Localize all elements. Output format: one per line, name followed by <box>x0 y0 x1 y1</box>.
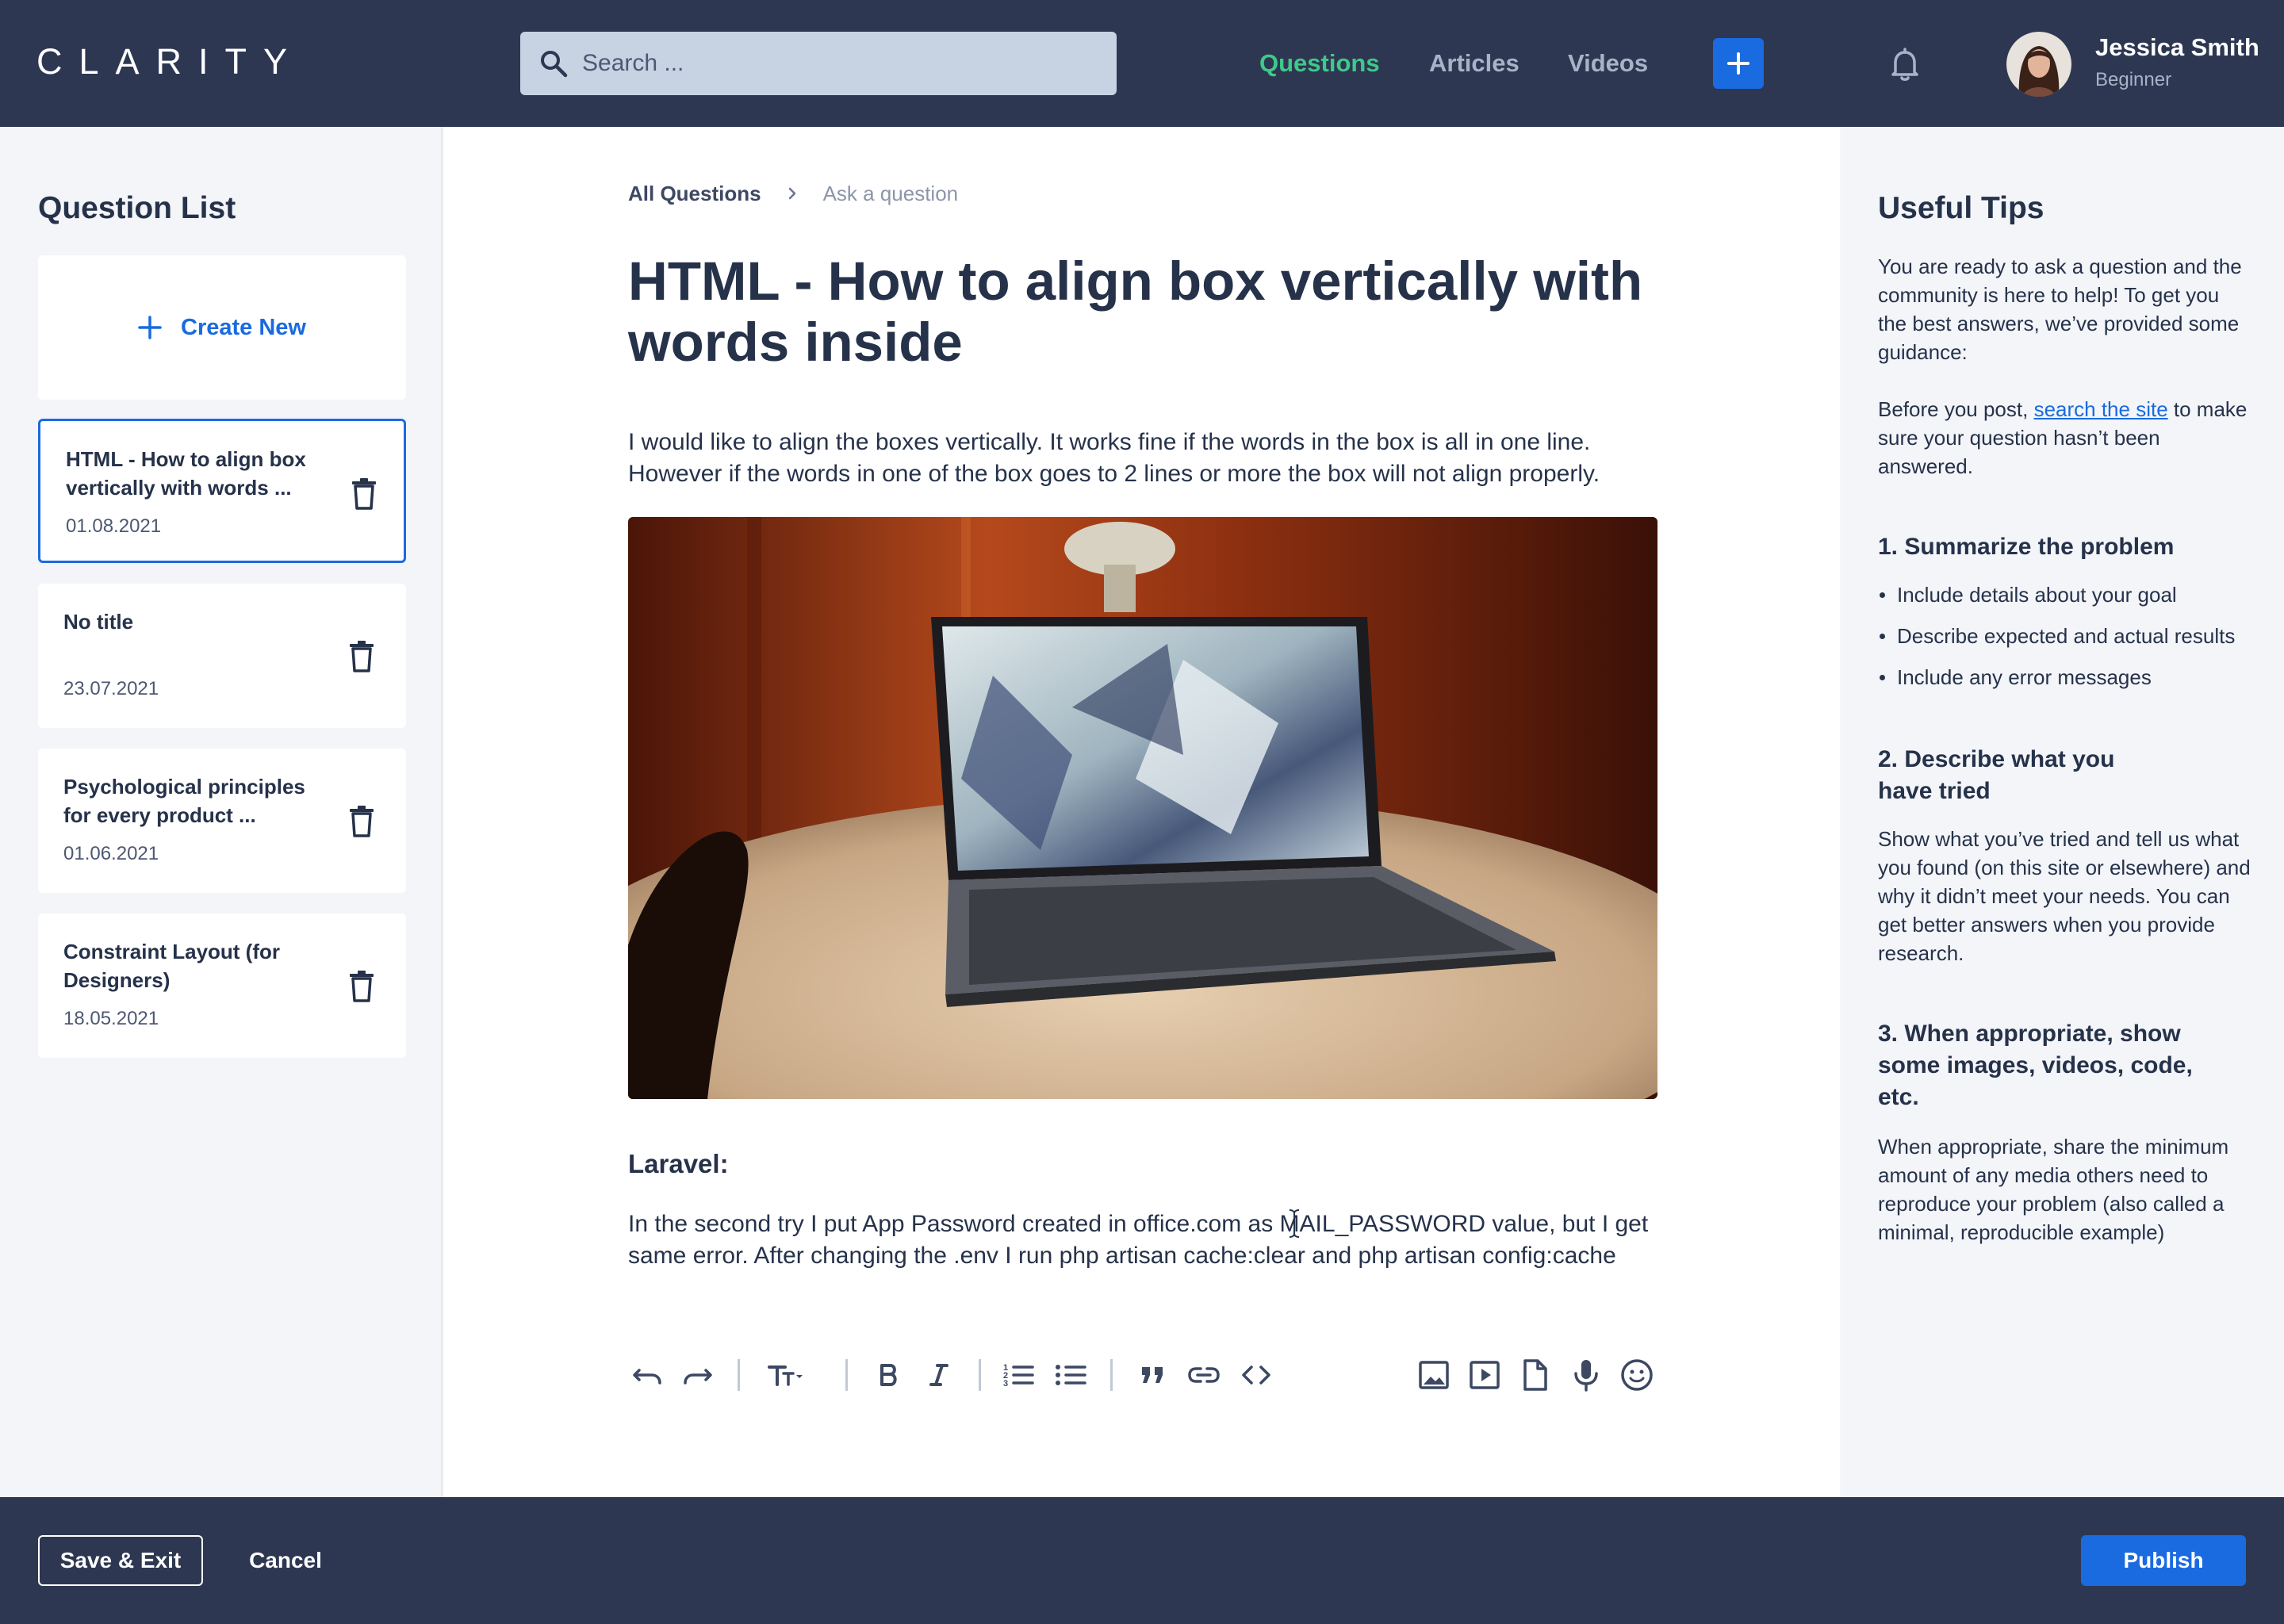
bell-icon[interactable] <box>1889 48 1921 82</box>
trash-icon[interactable] <box>349 971 374 1002</box>
user-avatar[interactable] <box>2006 32 2071 97</box>
question-card-title: Psychological principles for every produ… <box>63 775 305 827</box>
question-card-date: 01.08.2021 <box>66 515 162 537</box>
file-icon[interactable] <box>1516 1356 1554 1394</box>
user-role: Beginner <box>2095 69 2172 90</box>
add-button[interactable] <box>1713 38 1764 89</box>
question-card[interactable]: No title 23.07.2021 <box>38 584 406 728</box>
tip-text-3: When appropriate, share the minimum amou… <box>1878 1135 2229 1244</box>
trash-icon[interactable] <box>351 478 377 510</box>
italic-icon[interactable] <box>920 1356 958 1394</box>
bullet-list-icon[interactable] <box>1052 1356 1090 1394</box>
useful-tips-title: Useful Tips <box>1878 191 2044 225</box>
question-title[interactable]: HTML - How to align box vertically with … <box>628 251 1675 373</box>
quote-icon[interactable] <box>1134 1356 1172 1394</box>
breadcrumb: All Questions Ask a question <box>628 178 958 209</box>
create-new-label: Create New <box>181 314 306 340</box>
svg-text:3: 3 <box>1003 1379 1008 1388</box>
undo-icon[interactable] <box>628 1356 666 1394</box>
embedded-image[interactable] <box>628 517 1657 1099</box>
tip-heading-1: 1. Summarize the problem <box>1878 534 2175 560</box>
question-list-title: Question List <box>38 191 236 225</box>
cancel-button[interactable]: Cancel <box>228 1535 343 1586</box>
link-icon[interactable] <box>1185 1356 1223 1394</box>
toolbar-divider <box>1110 1359 1113 1391</box>
nav-articles[interactable]: Articles <box>1429 48 1519 79</box>
code-icon[interactable] <box>1237 1356 1275 1394</box>
question-list-panel: Question List Create New HTML - How to a… <box>0 127 443 1497</box>
user-name[interactable]: Jessica Smith <box>2095 32 2259 63</box>
bold-icon[interactable] <box>869 1356 907 1394</box>
text-size-icon[interactable] <box>765 1356 803 1394</box>
trash-icon[interactable] <box>349 641 374 672</box>
question-card-title: No title <box>63 610 134 634</box>
body-subheading[interactable]: Laravel: <box>628 1147 729 1182</box>
chevron-right-icon <box>788 187 795 200</box>
emoji-icon[interactable] <box>1618 1356 1656 1394</box>
tip-heading-3: 3. When appropriate, show some images, v… <box>1878 1021 2193 1110</box>
question-body-text[interactable]: In the second try I put App Password cre… <box>628 1208 1675 1272</box>
tip-list-item: Describe expected and actual results <box>1878 622 2252 650</box>
question-card-title: HTML - How to align box vertically with … <box>66 447 306 500</box>
tips-before-post: Before you post, search the site to make… <box>1878 395 2252 481</box>
search-site-link[interactable]: search the site <box>2034 397 2168 421</box>
text-cursor-icon <box>1289 1209 1300 1238</box>
tips-before-pre: Before you post, <box>1878 397 2034 421</box>
tip-text-2: Show what you’ve tried and tell us what … <box>1878 827 2251 965</box>
question-card[interactable]: Constraint Layout (for Designers) 18.05.… <box>38 914 406 1058</box>
nav-questions[interactable]: Questions <box>1259 48 1380 79</box>
question-editor: All Questions Ask a question HTML - How … <box>444 127 1840 1497</box>
tip-list-item: Include details about your goal <box>1878 580 2252 609</box>
question-card-date: 18.05.2021 <box>63 1008 159 1029</box>
clarity-logo[interactable]: CLARITY <box>36 43 304 81</box>
question-intro-text[interactable]: I would like to align the boxes vertical… <box>628 427 1675 490</box>
top-nav-bar: CLARITY Questions Articles Videos Jessic… <box>0 0 2284 127</box>
search-input[interactable] <box>582 32 1098 95</box>
question-card-title: Constraint Layout (for Designers) <box>63 940 280 992</box>
image-icon[interactable] <box>1415 1356 1453 1394</box>
toolbar-divider <box>738 1359 740 1391</box>
nav-videos[interactable]: Videos <box>1568 48 1648 79</box>
ordered-list-icon[interactable]: 1 2 3 <box>999 1356 1037 1394</box>
question-card[interactable]: Psychological principles for every produ… <box>38 749 406 893</box>
question-card-date: 01.06.2021 <box>63 843 159 864</box>
trash-icon[interactable] <box>349 806 374 837</box>
plus-icon <box>138 316 162 339</box>
publish-button[interactable]: Publish <box>2081 1535 2246 1586</box>
video-icon[interactable] <box>1466 1356 1504 1394</box>
search-bar[interactable] <box>520 32 1117 95</box>
toolbar-divider <box>845 1359 848 1391</box>
question-card[interactable]: HTML - How to align box vertically with … <box>38 419 406 563</box>
tip-heading-2: 2. Describe what you have tried <box>1878 746 2115 804</box>
action-bar: Save & Exit Cancel Publish <box>0 1497 2284 1624</box>
create-new-card[interactable]: Create New <box>38 255 406 400</box>
breadcrumb-current: Ask a question <box>822 181 959 205</box>
tips-intro: You are ready to ask a question and the … <box>1878 255 2242 364</box>
question-card-date: 23.07.2021 <box>63 678 159 699</box>
search-icon <box>541 51 568 78</box>
tip-list-item: Include any error messages <box>1878 663 2252 691</box>
toolbar-divider <box>979 1359 981 1391</box>
plus-icon <box>1727 52 1749 75</box>
save-exit-button[interactable]: Save & Exit <box>38 1535 203 1586</box>
microphone-icon[interactable] <box>1567 1356 1605 1394</box>
useful-tips-panel: Useful Tips You are ready to ask a quest… <box>1841 127 2284 1497</box>
breadcrumb-all-questions[interactable]: All Questions <box>628 182 761 206</box>
redo-icon[interactable] <box>679 1356 717 1394</box>
